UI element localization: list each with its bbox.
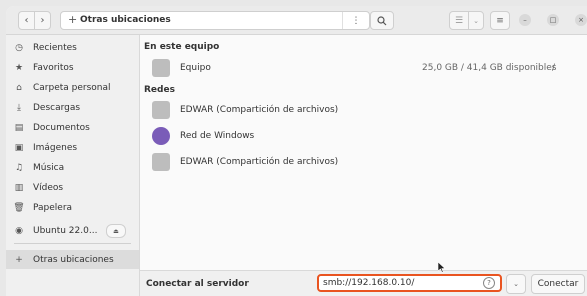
sidebar-item-imagenes[interactable]: ▣ Imágenes: [6, 138, 139, 157]
storage-info: 25,0 GB / 41,4 GB disponibles: [422, 63, 557, 73]
connect-button[interactable]: Conectar: [531, 274, 585, 294]
recent-servers-button[interactable]: ⌄: [506, 274, 526, 294]
sidebar-item-label: Descargas: [33, 102, 81, 113]
sidebar-item-documentos[interactable]: ▤ Documentos: [6, 118, 139, 137]
network-row[interactable]: Red de Windows: [140, 125, 587, 149]
eject-button[interactable]: ⏏: [106, 224, 126, 238]
sidebar-item-musica[interactable]: ♫ Música: [6, 158, 139, 177]
main-menu-button[interactable]: ≡: [490, 11, 510, 30]
sidebar-item-ubuntu-disc[interactable]: ◉ Ubuntu 22.0... ⏏: [6, 221, 139, 240]
sidebar-item-recientes[interactable]: ◷ Recientes: [6, 38, 139, 57]
image-icon: ▣: [14, 142, 24, 153]
path-bar[interactable]: + Otras ubicaciones ⋮: [60, 11, 370, 30]
view-options-button[interactable]: ⌄: [468, 11, 484, 30]
server-address-input[interactable]: smb://192.168.0.10/ ?: [317, 274, 502, 292]
connect-to-server-label: Conectar al servidor: [146, 279, 249, 289]
content-area: En este equipo Equipo 25,0 GB / 41,4 GB …: [140, 35, 587, 269]
server-icon: [152, 101, 170, 119]
sidebar-item-label: Favoritos: [33, 62, 74, 73]
sidebar-item-label: Papelera: [33, 202, 73, 213]
disc-icon: ◉: [15, 225, 23, 236]
network-row[interactable]: EDWAR (Compartición de archivos): [140, 99, 587, 123]
search-button[interactable]: [370, 11, 394, 30]
chevron-right-icon: ›: [40, 15, 45, 26]
sidebar-item-carpeta-personal[interactable]: ⌂ Carpeta personal: [6, 78, 139, 97]
network-label: EDWAR (Compartición de archivos): [180, 157, 339, 167]
mount-path: /: [552, 63, 556, 73]
sidebar-item-label: Carpeta personal: [33, 82, 111, 93]
header-bar: ‹ › + Otras ubicaciones ⋮ ☰ ⌄ ≡ – □ ×: [6, 6, 587, 35]
clock-icon: ◷: [15, 42, 23, 53]
plus-icon: +: [68, 13, 78, 26]
section-heading-this-computer: En este equipo: [144, 42, 220, 52]
section-heading-networks: Redes: [144, 85, 175, 95]
download-icon: ⤓: [17, 102, 21, 113]
list-view-button[interactable]: ☰: [449, 11, 469, 30]
computer-row[interactable]: Equipo 25,0 GB / 41,4 GB disponibles /: [140, 57, 587, 81]
star-icon: ★: [14, 62, 24, 73]
eject-icon: ⏏: [113, 227, 119, 235]
network-label: EDWAR (Compartición de archivos): [180, 105, 339, 115]
search-icon: [377, 15, 387, 25]
sidebar-item-videos[interactable]: ▥ Vídeos: [6, 178, 139, 197]
help-icon[interactable]: ?: [483, 277, 495, 289]
sidebar-item-label: Ubuntu 22.0...: [33, 225, 98, 236]
sidebar-item-label: Música: [33, 162, 65, 173]
document-icon: ▤: [14, 122, 24, 133]
sidebar-item-label: Imágenes: [33, 142, 78, 153]
video-icon: ▥: [14, 182, 24, 193]
mouse-cursor-icon: [438, 262, 446, 273]
forward-button[interactable]: ›: [34, 11, 51, 30]
maximize-button[interactable]: □: [547, 14, 559, 26]
chevron-down-icon: ⌄: [513, 280, 519, 288]
hamburger-icon: ≡: [496, 15, 504, 26]
network-icon: [152, 127, 170, 145]
sidebar-item-label: Documentos: [33, 122, 90, 133]
trash-icon: 🗑: [13, 202, 25, 213]
kebab-icon: ⋮: [351, 15, 361, 26]
music-icon: ♫: [14, 162, 24, 173]
sidebar-divider: [14, 243, 131, 244]
sidebar-item-favoritos[interactable]: ★ Favoritos: [6, 58, 139, 77]
network-label: Red de Windows: [180, 131, 255, 141]
back-button[interactable]: ‹: [18, 11, 35, 30]
chevron-left-icon: ‹: [24, 15, 29, 26]
sidebar-item-label: Otras ubicaciones: [33, 254, 114, 265]
path-menu-button[interactable]: ⋮: [342, 12, 369, 29]
sidebar: ◷ Recientes ★ Favoritos ⌂ Carpeta person…: [6, 35, 140, 296]
server-icon: [152, 153, 170, 171]
connect-bar: Conectar al servidor smb://192.168.0.10/…: [140, 270, 587, 296]
plus-icon: +: [15, 254, 23, 265]
list-icon: ☰: [454, 15, 464, 26]
drive-icon: [152, 59, 170, 77]
minimize-icon: –: [523, 16, 527, 24]
path-label: Otras ubicaciones: [80, 15, 171, 25]
chevron-down-icon: ⌄: [473, 16, 479, 25]
network-row[interactable]: EDWAR (Compartición de archivos): [140, 151, 587, 175]
home-icon: ⌂: [16, 82, 22, 93]
server-address-value: smb://192.168.0.10/: [323, 278, 415, 288]
maximize-icon: □: [549, 16, 557, 24]
sidebar-item-label: Vídeos: [33, 182, 64, 193]
sidebar-item-papelera[interactable]: 🗑 Papelera: [6, 198, 139, 217]
close-button[interactable]: ×: [575, 14, 587, 26]
sidebar-item-descargas[interactable]: ⤓ Descargas: [6, 98, 139, 117]
sidebar-item-otras-ubicaciones[interactable]: + Otras ubicaciones: [6, 250, 139, 269]
file-manager-window: ‹ › + Otras ubicaciones ⋮ ☰ ⌄ ≡ – □ × ◷ …: [6, 6, 587, 296]
close-icon: ×: [578, 16, 584, 24]
computer-label: Equipo: [180, 63, 211, 73]
minimize-button[interactable]: –: [519, 14, 531, 26]
sidebar-item-label: Recientes: [33, 42, 77, 53]
